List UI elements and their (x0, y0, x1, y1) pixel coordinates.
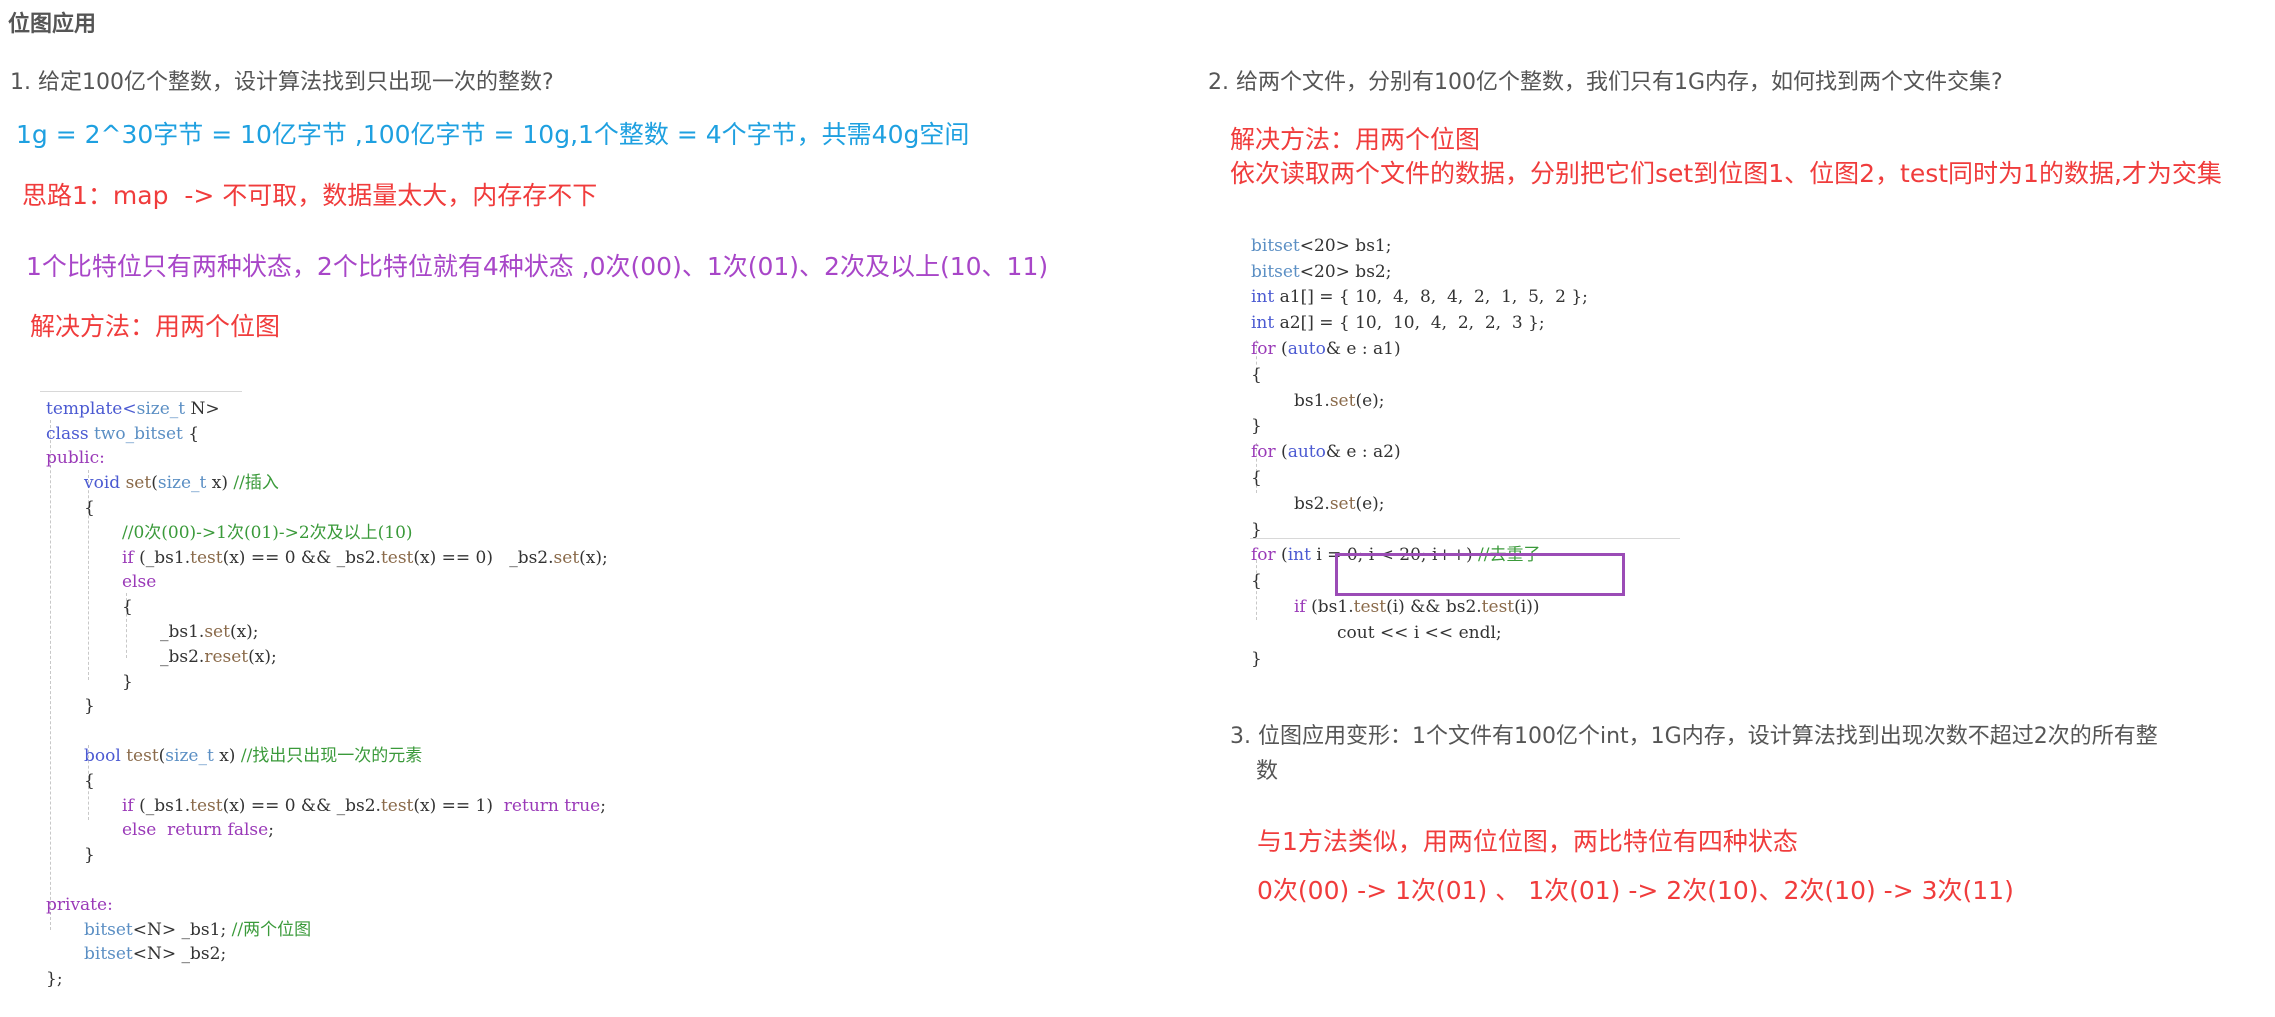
code-line: void set(size_t x) //插入 (84, 473, 279, 494)
code-line: //0次(00)->1次(01)->2次及以上(10) (122, 522, 413, 543)
code-line: } (1251, 416, 1262, 437)
code-line: bitset<20> bs1; (1251, 235, 1392, 256)
code-line: if (_bs1.test(x) == 0 && _bs2.test(x) ==… (122, 795, 606, 816)
code-line: bitset<N> _bs1; //两个位图 (84, 919, 312, 940)
code-line: } (84, 845, 95, 866)
code-line: for (auto& e : a1) (1251, 338, 1401, 359)
question-1: 1. 给定100亿个整数，设计算法找到只出现一次的整数? (10, 70, 554, 95)
code-line: }; (46, 969, 63, 990)
code-line: private: (46, 894, 113, 915)
code-line: } (122, 671, 133, 692)
code-line: int a1[] = { 10, 4, 8, 4, 2, 1, 5, 2 }; (1251, 287, 1588, 308)
code-line: { (1251, 364, 1262, 385)
code-line: bs2.set(e); (1294, 493, 1385, 514)
code-line: bs1.set(e); (1294, 390, 1385, 411)
code-line: if (bs1.test(i) && bs2.test(i)) (1294, 596, 1540, 617)
page-title: 位图应用 (8, 12, 97, 37)
code-block-intersection: bitset<20> bs1; bitset<20> bs2; int a1[] =… (1251, 208, 1588, 698)
code-line: template<size_t N> (46, 398, 220, 419)
solution-1: 解决方法：用两个位图 (30, 312, 281, 341)
code-line: } (1251, 648, 1262, 669)
code-line: else return false; (122, 820, 274, 841)
code-line: cout << i << endl; (1337, 622, 1502, 643)
code-line: } (84, 696, 95, 717)
code-line: } (1251, 519, 1262, 540)
code-line: bitset<20> bs2; (1251, 261, 1392, 282)
code-line: { (122, 597, 133, 618)
question-3-line2: 数 (1256, 759, 1279, 784)
code-line: public: (46, 448, 105, 469)
answer-3-line2: 0次(00) -> 1次(01) 、 1次(01) -> 2次(10)、2次(1… (1257, 876, 2014, 905)
code-line: { (1251, 467, 1262, 488)
code-line: int a2[] = { 10, 10, 4, 2, 2, 3 }; (1251, 313, 1545, 334)
code-line: _bs1.set(x); (160, 621, 259, 642)
bits-note: 1个比特位只有两种状态，2个比特位就有4种状态 ,0次(00)、1次(01)、2… (26, 252, 1049, 281)
code-block-two-bitset: template<size_t N> class two_bitset { publ… (46, 372, 608, 1017)
code-line: for (auto& e : a2) (1251, 442, 1401, 463)
answer-3-line1: 与1方法类似，用两位位图，两比特位有四种状态 (1257, 827, 1798, 856)
code-line: { (84, 497, 95, 518)
size-note: 1g = 2^30字节 = 10亿字节 ,100亿字节 = 10g,1个整数 =… (16, 120, 970, 149)
solution-2-line2: 依次读取两个文件的数据，分别把它们set到位图1、位图2，test同时为1的数据… (1230, 159, 2222, 188)
code-line: _bs2.reset(x); (160, 646, 277, 667)
highlight-box (1335, 553, 1625, 596)
code-line: if (_bs1.test(x) == 0 && _bs2.test(x) ==… (122, 547, 608, 568)
code-line: bool test(size_t x) //找出只出现一次的元素 (84, 745, 423, 766)
code-line: bitset<N> _bs2; (84, 944, 227, 965)
question-2: 2. 给两个文件，分别有100亿个整数，我们只有1G内存，如何找到两个文件交集? (1208, 70, 2003, 95)
solution-2-line1: 解决方法：用两个位图 (1230, 125, 1481, 154)
question-3-line1: 3. 位图应用变形：1个文件有100亿个int，1G内存，设计算法找到出现次数不… (1230, 724, 2158, 749)
code-line: else (122, 572, 157, 593)
code-line: { (84, 770, 95, 791)
code-line: class two_bitset { (46, 423, 200, 444)
idea-1: 思路1：map -> 不可取，数据量太大，内存存不下 (22, 181, 598, 210)
